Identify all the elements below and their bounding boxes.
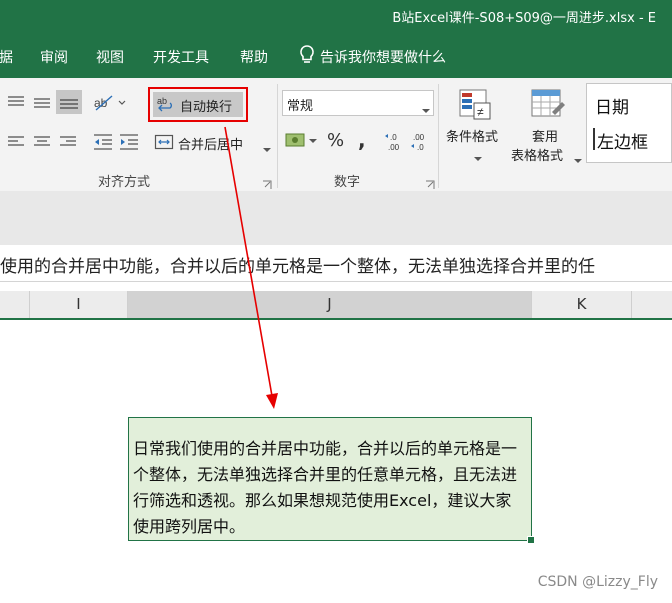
selected-cell[interactable]: 日常我们使用的合并居中功能，合并以后的单元格是一个整体，无法单独选择合并里的任意…: [128, 417, 535, 544]
fill-handle[interactable]: [527, 536, 535, 544]
watermark: CSDN @Lizzy_Fly: [537, 574, 658, 590]
cell-text: 日常我们使用的合并居中功能，合并以后的单元格是一个整体，无法单独选择合并里的任意…: [133, 439, 518, 536]
